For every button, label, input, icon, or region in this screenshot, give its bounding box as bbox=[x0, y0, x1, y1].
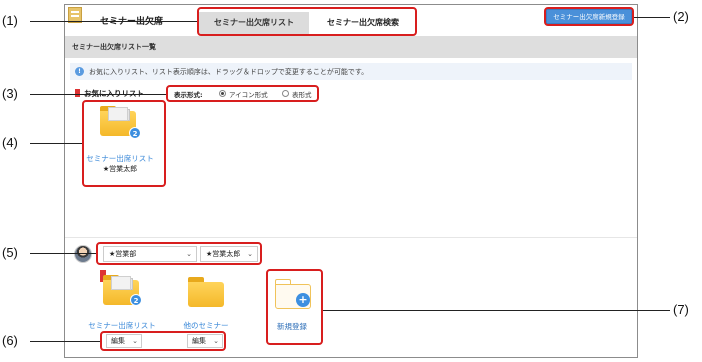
highlight-new-button bbox=[544, 7, 634, 26]
annotation-label-4: (4) bbox=[2, 135, 18, 150]
annotation-line-6 bbox=[30, 341, 100, 342]
annotation-label-6: (6) bbox=[2, 333, 18, 348]
bookmark-icon bbox=[75, 89, 80, 97]
other-seminar-folder-icon[interactable] bbox=[188, 277, 224, 307]
annotation-line-3 bbox=[30, 94, 166, 95]
info-message: お気に入りリスト、リスト表示順序は、ドラッグ＆ドロップで変更することが可能です。 bbox=[89, 68, 369, 76]
other-seminar-folder-name[interactable]: 他のセミナー bbox=[172, 320, 240, 331]
seminar-list-folder-name[interactable]: セミナー出席リスト bbox=[80, 320, 164, 331]
highlight-new-folder bbox=[266, 269, 323, 345]
annotation-line-1 bbox=[30, 21, 197, 22]
annotation-line-4 bbox=[30, 143, 82, 144]
annotation-label-5: (5) bbox=[2, 245, 18, 260]
annotation-line-7 bbox=[323, 310, 670, 311]
annotation-label-7: (7) bbox=[673, 302, 689, 317]
highlight-edit-menus bbox=[100, 331, 226, 351]
section-divider bbox=[65, 237, 637, 238]
annotation-label-1: (1) bbox=[2, 13, 18, 28]
annotation-label-3: (3) bbox=[2, 86, 18, 101]
info-icon: ! bbox=[75, 67, 84, 76]
highlight-display-mode bbox=[166, 85, 319, 102]
highlight-tabs bbox=[197, 7, 417, 36]
annotation-line-5 bbox=[30, 253, 96, 254]
highlight-selectors bbox=[96, 242, 262, 265]
highlight-favorite-folder bbox=[82, 100, 166, 187]
section-title: セミナー出欠席リスト一覧 bbox=[72, 43, 156, 51]
annotation-line-2 bbox=[634, 17, 670, 18]
avatar bbox=[74, 245, 92, 263]
annotation-label-2: (2) bbox=[673, 9, 689, 24]
folder-count-badge: 2 bbox=[130, 294, 142, 306]
